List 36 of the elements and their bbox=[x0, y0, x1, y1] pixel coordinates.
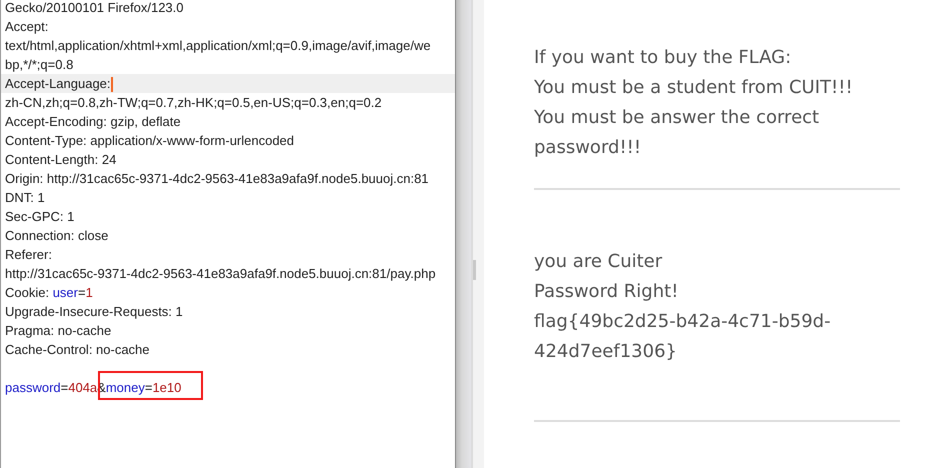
message-text: If you want to buy the FLAG: bbox=[534, 46, 792, 70]
param-value: 1e10 bbox=[152, 380, 182, 395]
header-text: Accept-Language: bbox=[5, 76, 111, 91]
header-text: Referer: bbox=[5, 247, 52, 262]
header-text: text/html,application/xhtml+xml,application/xml;q=0.9,image/avif,image/we bbox=[5, 38, 431, 53]
header-text: Content-Length: 24 bbox=[5, 152, 116, 167]
header-text: bp,*/*;q=0.8 bbox=[5, 57, 74, 72]
equals-sign: = bbox=[60, 380, 68, 395]
header-text: Pragma: no-cache bbox=[5, 323, 112, 338]
param-value: 1 bbox=[86, 285, 93, 300]
equals-sign: = bbox=[78, 285, 86, 300]
header-text: Sec-GPC: 1 bbox=[5, 209, 74, 224]
header-text: Cache-Control: no-cache bbox=[5, 342, 150, 357]
header-text: Accept-Encoding: gzip, deflate bbox=[5, 114, 181, 129]
message-text: You must be a student from CUIT!!! bbox=[534, 76, 854, 100]
header-text: Upgrade-Insecure-Requests: 1 bbox=[5, 304, 183, 319]
header-text: zh-CN,zh;q=0.8,zh-TW;q=0.7,zh-HK;q=0.5,en-US;q=0.3,en;q=0.2 bbox=[5, 95, 382, 110]
header-text: DNT: 1 bbox=[5, 190, 45, 205]
equals-sign: = bbox=[144, 380, 152, 395]
message-text: you are Cuiter bbox=[534, 250, 664, 274]
header-text: Origin: http://31cac65c-9371-4dc2-9563-41e83a9afa9f.node5.buuoj.cn:81 bbox=[5, 171, 429, 186]
header-text: Content-Type: application/x-www-form-urlencoded bbox=[5, 133, 294, 148]
header-name: Cookie: bbox=[5, 285, 50, 300]
text-cursor bbox=[110, 77, 113, 92]
message-text: flag{49bc2d25-b42a-4c71-b59d-424d7eef1306} bbox=[534, 310, 832, 364]
header-text: Connection: close bbox=[5, 228, 108, 243]
param-name: money bbox=[106, 380, 145, 395]
header-text: http://31cac65c-9371-4dc2-9563-41e83a9afa9f.node5.buuoj.cn:81/pay.php bbox=[5, 266, 436, 281]
param-name: password bbox=[5, 380, 61, 395]
header-text: Accept: bbox=[5, 19, 48, 34]
message-text: Password Right! bbox=[534, 280, 680, 304]
param-value: 404a bbox=[68, 380, 98, 395]
message-text: You must be answer the correct password!!! bbox=[534, 106, 820, 160]
request-editor[interactable] bbox=[0, 0, 456, 468]
param-name: user bbox=[52, 285, 78, 300]
header-text: Gecko/20100101 Firefox/123.0 bbox=[5, 0, 184, 15]
